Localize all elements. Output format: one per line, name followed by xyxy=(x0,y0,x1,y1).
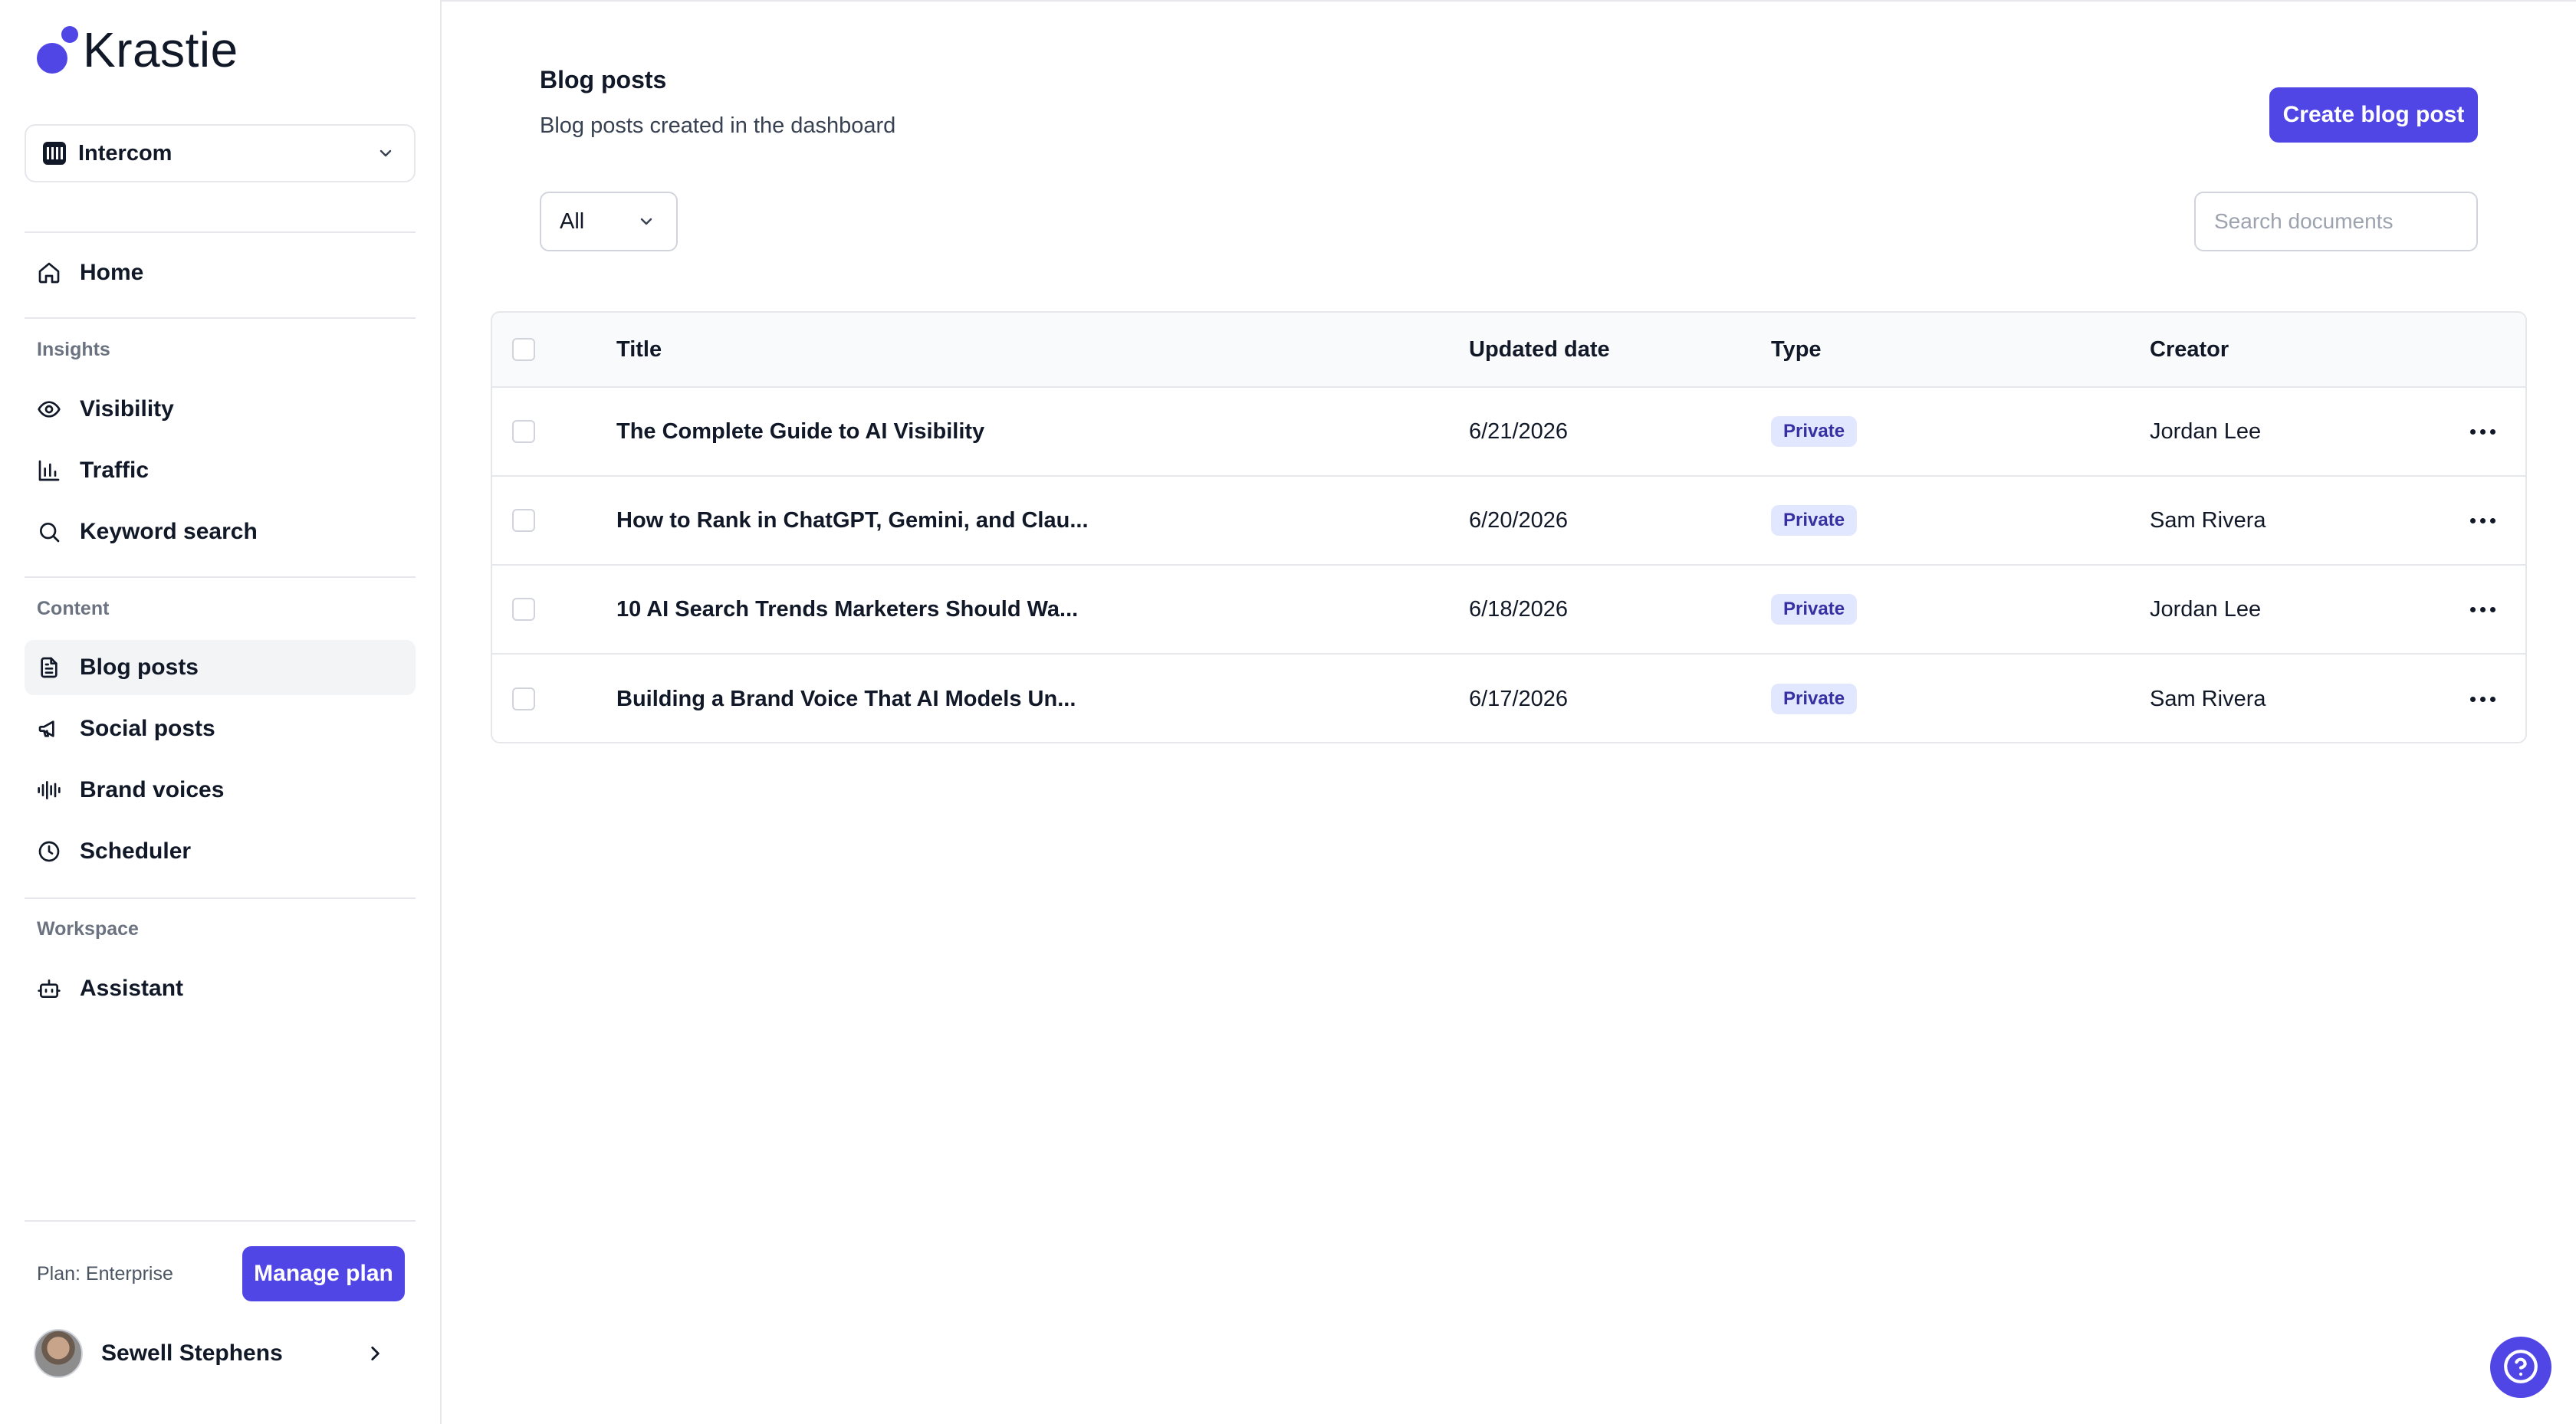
sidebar-item-label: Home xyxy=(80,260,144,285)
sidebar-item-brand-voices[interactable]: Brand voices xyxy=(25,763,416,818)
filter-select[interactable]: All xyxy=(540,192,678,251)
manage-plan-button[interactable]: Manage plan xyxy=(242,1246,405,1301)
sidebar: Krastie Intercom Home Insights Visibilit… xyxy=(0,0,442,1424)
search-input[interactable] xyxy=(2194,192,2478,251)
help-icon xyxy=(2502,1347,2540,1388)
row-updated-date: 6/18/2026 xyxy=(1469,596,1569,622)
row-checkbox[interactable] xyxy=(512,598,535,621)
table-row[interactable]: How to Rank in ChatGPT, Gemini, and Clau… xyxy=(492,477,2525,566)
sidebar-item-label: Social posts xyxy=(80,716,215,741)
row-checkbox[interactable] xyxy=(512,687,535,710)
table-row[interactable]: The Complete Guide to AI Visibility 6/21… xyxy=(492,388,2525,477)
workspace-select[interactable]: Intercom xyxy=(25,124,416,182)
sidebar-item-assistant[interactable]: Assistant xyxy=(25,961,416,1016)
select-all-checkbox[interactable] xyxy=(512,338,535,361)
type-badge: Private xyxy=(1771,505,1858,536)
row-title[interactable]: The Complete Guide to AI Visibility xyxy=(616,388,984,475)
page-title: Blog posts xyxy=(540,66,667,94)
sidebar-item-label: Visibility xyxy=(80,396,174,422)
row-creator: Sam Rivera xyxy=(2150,686,2266,711)
eye-icon xyxy=(35,395,63,423)
bot-icon xyxy=(35,975,63,1002)
sidebar-item-visibility[interactable]: Visibility xyxy=(25,382,416,437)
section-label-workspace: Workspace xyxy=(37,918,139,940)
column-header-title[interactable]: Title xyxy=(616,313,662,386)
chevron-right-icon xyxy=(363,1342,386,1365)
intercom-icon xyxy=(43,142,66,165)
table-row[interactable]: 10 AI Search Trends Marketers Should Wa.… xyxy=(492,566,2525,655)
page-subtitle: Blog posts created in the dashboard xyxy=(540,113,896,138)
app-logo[interactable]: Krastie xyxy=(34,22,238,77)
chevron-down-icon xyxy=(374,142,397,165)
app-name: Krastie xyxy=(83,22,238,77)
row-checkbox[interactable] xyxy=(512,420,535,443)
row-creator: Jordan Lee xyxy=(2150,596,2262,622)
column-header-type[interactable]: Type xyxy=(1771,313,1822,386)
plan-label: Plan: Enterprise xyxy=(37,1262,173,1285)
type-badge: Private xyxy=(1771,684,1858,714)
column-header-creator[interactable]: Creator xyxy=(2150,313,2229,386)
sidebar-divider xyxy=(25,576,416,578)
sidebar-item-traffic[interactable]: Traffic xyxy=(25,443,416,498)
search-icon xyxy=(35,518,63,546)
avatar xyxy=(34,1329,83,1378)
sidebar-item-keyword-search[interactable]: Keyword search xyxy=(25,504,416,559)
sidebar-item-blog-posts[interactable]: Blog posts xyxy=(25,640,416,695)
more-options-icon[interactable] xyxy=(2470,509,2496,532)
sidebar-divider xyxy=(25,317,416,319)
sidebar-item-home[interactable]: Home xyxy=(25,245,416,300)
type-badge: Private xyxy=(1771,594,1858,625)
more-options-icon[interactable] xyxy=(2470,420,2496,443)
row-creator: Sam Rivera xyxy=(2150,507,2266,533)
document-icon xyxy=(35,654,63,681)
plan-row: Plan: Enterprise Manage plan xyxy=(37,1246,405,1301)
more-options-icon[interactable] xyxy=(2470,598,2496,621)
sidebar-item-label: Scheduler xyxy=(80,838,192,864)
filter-value: All xyxy=(560,208,585,234)
home-icon xyxy=(35,259,63,287)
help-button[interactable] xyxy=(2490,1337,2551,1398)
sidebar-item-label: Brand voices xyxy=(80,777,225,802)
user-name: Sewell Stephens xyxy=(101,1340,283,1366)
audio-waveform-icon xyxy=(35,776,63,804)
sidebar-divider xyxy=(25,231,416,233)
row-title[interactable]: Building a Brand Voice That AI Models Un… xyxy=(616,655,1076,742)
section-label-content: Content xyxy=(37,598,110,619)
sidebar-item-label: Blog posts xyxy=(80,655,199,680)
sidebar-divider xyxy=(25,1220,416,1222)
type-badge: Private xyxy=(1771,416,1858,447)
sidebar-item-social-posts[interactable]: Social posts xyxy=(25,701,416,756)
row-title[interactable]: How to Rank in ChatGPT, Gemini, and Clau… xyxy=(616,477,1089,564)
row-checkbox[interactable] xyxy=(512,509,535,532)
clock-icon xyxy=(35,838,63,865)
user-menu[interactable]: Sewell Stephens xyxy=(34,1327,386,1380)
chevron-down-icon xyxy=(635,210,658,233)
table-row[interactable]: Building a Brand Voice That AI Models Un… xyxy=(492,655,2525,742)
row-updated-date: 6/21/2026 xyxy=(1469,418,1569,444)
table-header: Title Updated date Type Creator xyxy=(492,313,2525,388)
sidebar-divider xyxy=(25,897,416,899)
more-options-icon[interactable] xyxy=(2470,687,2496,710)
workspace-label: Intercom xyxy=(78,140,172,166)
sidebar-item-label: Traffic xyxy=(80,458,150,483)
logo-mark-icon xyxy=(34,23,78,77)
blog-posts-table: Title Updated date Type Creator The Comp… xyxy=(491,311,2527,743)
column-header-updated-date[interactable]: Updated date xyxy=(1469,313,1610,386)
bar-chart-icon xyxy=(35,457,63,484)
row-updated-date: 6/20/2026 xyxy=(1469,507,1569,533)
create-blog-post-button[interactable]: Create blog post xyxy=(2269,87,2478,143)
sidebar-item-label: Keyword search xyxy=(80,519,258,544)
row-creator: Jordan Lee xyxy=(2150,418,2262,444)
sidebar-item-scheduler[interactable]: Scheduler xyxy=(25,824,416,879)
row-updated-date: 6/17/2026 xyxy=(1469,686,1569,711)
sidebar-item-label: Assistant xyxy=(80,976,184,1001)
row-title[interactable]: 10 AI Search Trends Marketers Should Wa.… xyxy=(616,566,1078,653)
megaphone-icon xyxy=(35,715,63,743)
section-label-insights: Insights xyxy=(37,339,110,360)
